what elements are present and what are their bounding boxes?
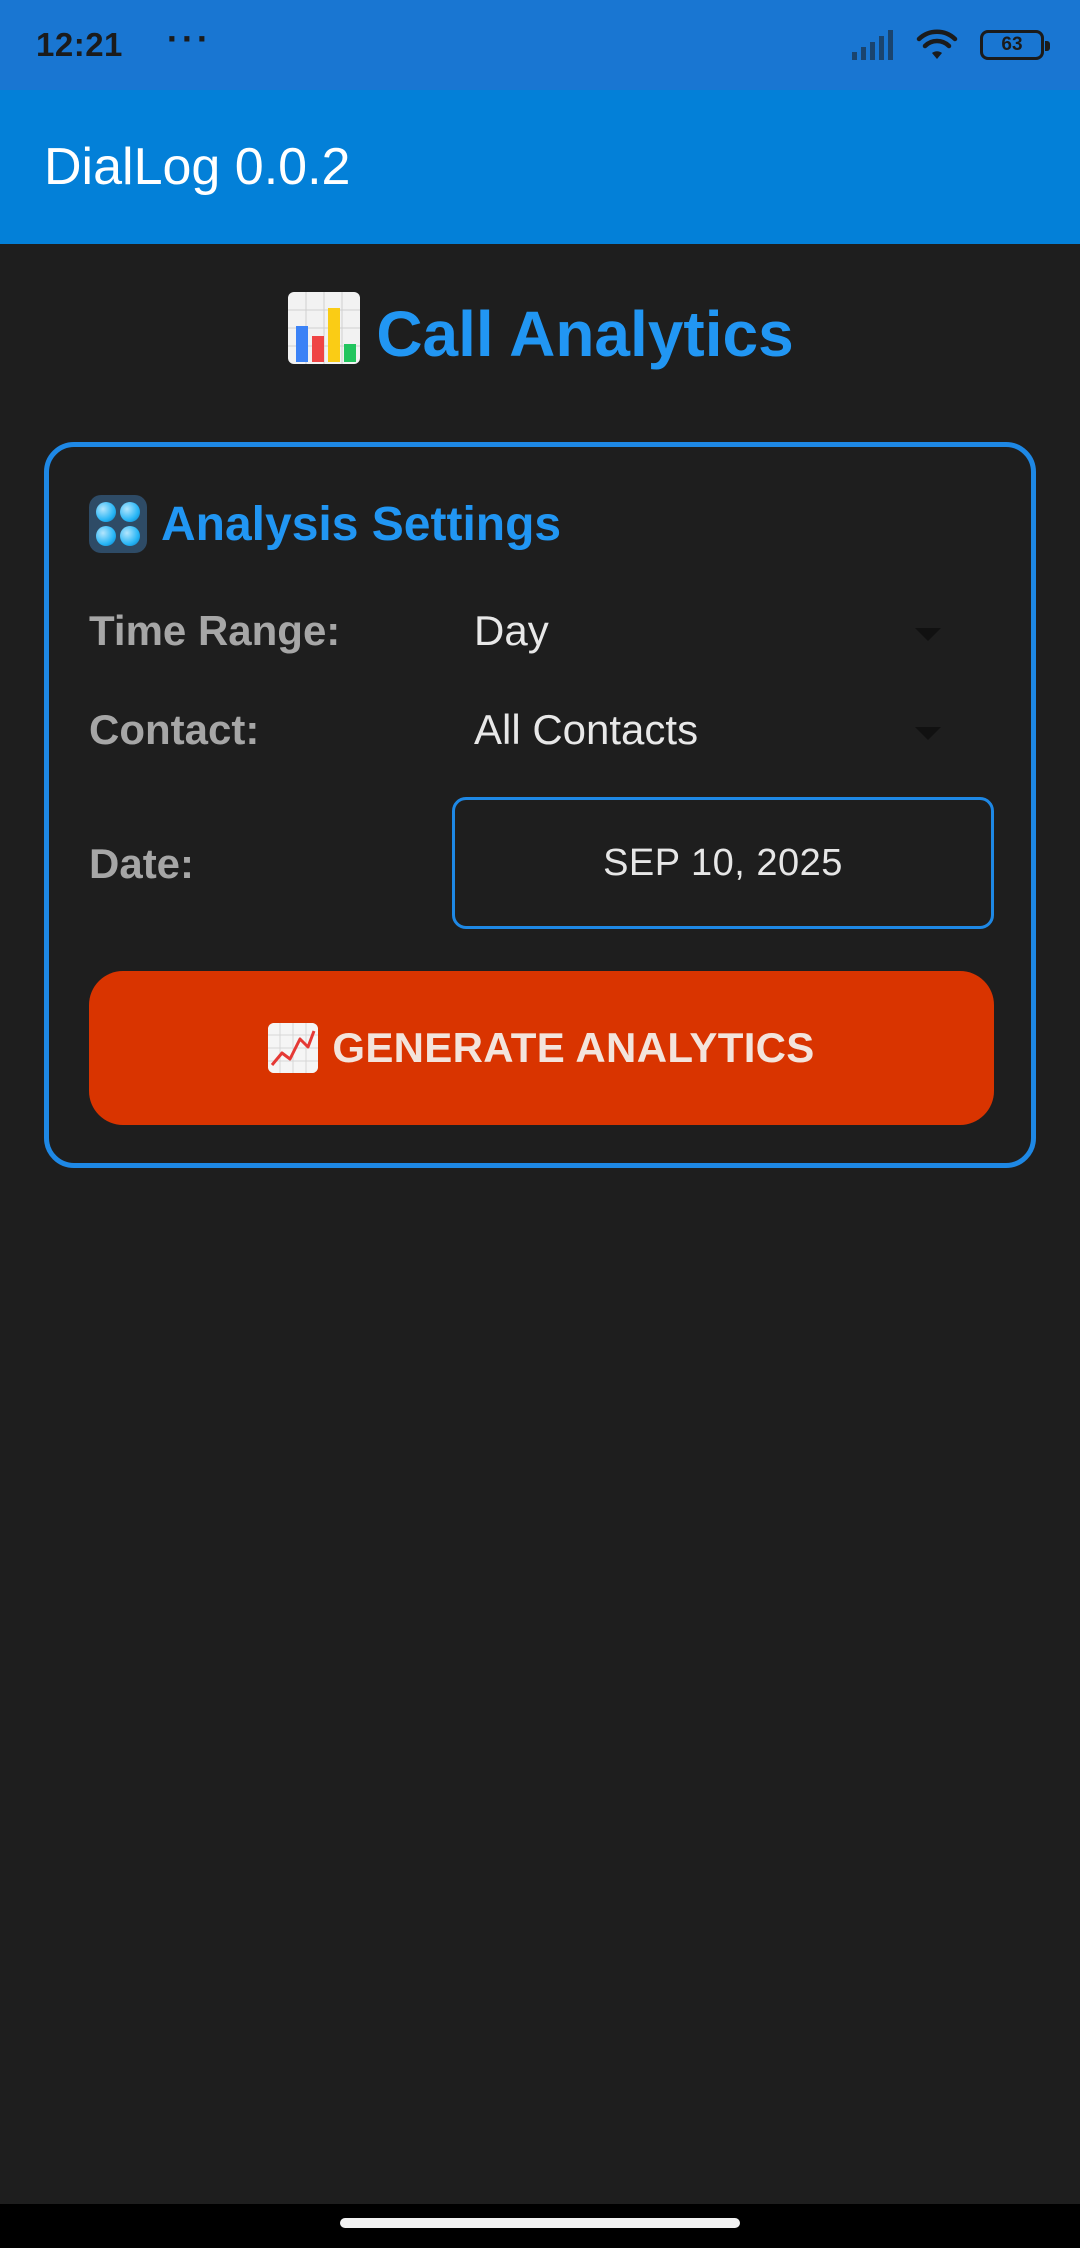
app-title: DialLog 0.0.2: [44, 138, 351, 196]
contact-value: All Contacts: [474, 706, 699, 753]
control-knobs-icon: [89, 495, 147, 553]
analysis-settings-card: Analysis Settings Time Range: Day Contac…: [44, 442, 1036, 1168]
time-range-value: Day: [474, 607, 549, 654]
card-title-text: Analysis Settings: [161, 497, 562, 551]
status-icons: 63: [850, 29, 1050, 61]
date-picker-button[interactable]: SEP 10, 2025: [452, 797, 994, 929]
status-bar: 12:21 ··· 63: [0, 0, 1080, 90]
card-title: Analysis Settings: [89, 495, 561, 553]
app-bar: DialLog 0.0.2: [0, 90, 1080, 244]
generate-button-label: GENERATE ANALYTICS: [332, 1024, 815, 1071]
chart-increasing-icon: [268, 1023, 319, 1073]
page-title-text: Call Analytics: [376, 298, 794, 370]
chevron-down-icon: [915, 727, 941, 740]
bar-chart-icon: [288, 292, 361, 364]
navigation-bar: [0, 2204, 1080, 2248]
page-title: Call Analytics: [0, 290, 1080, 371]
notification-dots-icon: ···: [166, 18, 212, 59]
home-gesture-handle[interactable]: [340, 2218, 740, 2228]
status-time: 12:21: [36, 26, 123, 63]
signal-icon: [852, 30, 893, 60]
wifi-icon: [916, 29, 958, 59]
date-label: Date:: [89, 840, 195, 887]
time-range-label: Time Range:: [89, 607, 341, 654]
generate-analytics-button[interactable]: GENERATE ANALYTICS: [89, 971, 994, 1125]
battery-icon: 63: [980, 30, 1050, 60]
contact-label: Contact:: [89, 706, 260, 753]
chevron-down-icon: [915, 628, 941, 641]
battery-level: 63: [1001, 34, 1023, 55]
